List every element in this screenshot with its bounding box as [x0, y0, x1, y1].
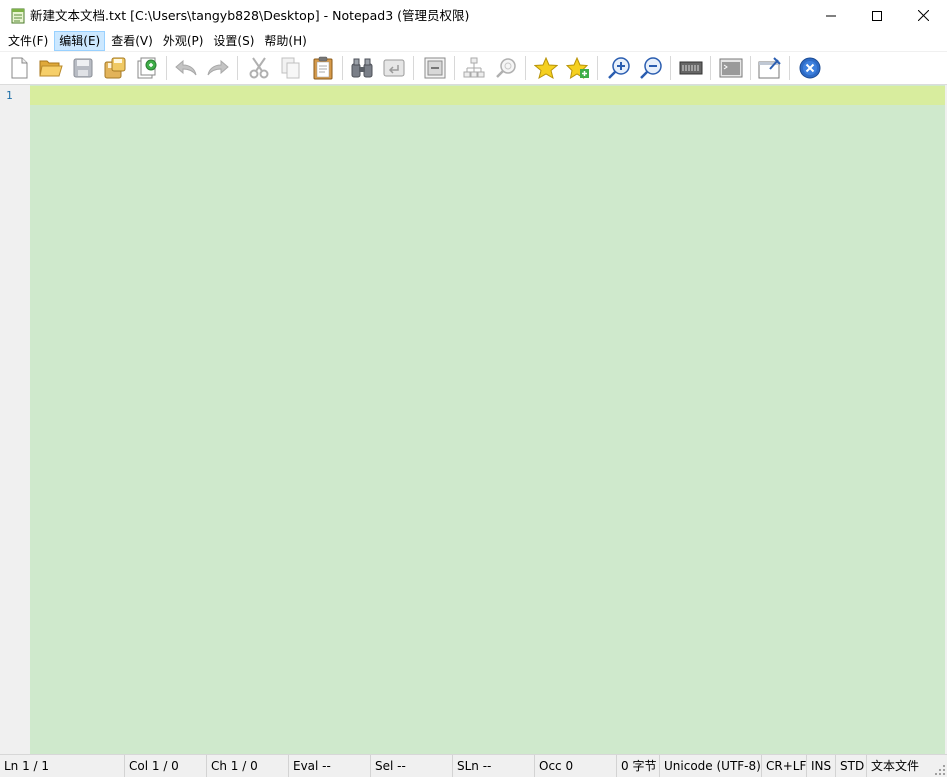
close-icon: [917, 10, 929, 21]
save-copy-button[interactable]: [134, 55, 160, 81]
new-file-icon: [11, 57, 28, 79]
exit-icon: [799, 57, 821, 79]
find-icon: [351, 58, 373, 78]
close-button[interactable]: [900, 0, 946, 31]
menu-file[interactable]: 文件(F): [4, 31, 52, 51]
save-copy-icon: [137, 57, 157, 79]
terminal-icon: [719, 58, 743, 78]
maximize-button[interactable]: [854, 0, 900, 31]
copy-icon: [281, 57, 300, 79]
save-icon: [73, 58, 93, 78]
status-char[interactable]: Ch 1 / 0: [207, 755, 289, 777]
exit-button[interactable]: [797, 55, 823, 81]
menu-view[interactable]: 查看(V): [107, 31, 157, 51]
pin-button[interactable]: [757, 55, 783, 81]
new-file-button[interactable]: [6, 55, 32, 81]
add-favorite-icon: [566, 57, 589, 79]
terminal-button[interactable]: [718, 55, 744, 81]
window-title: 新建文本文档.txt [C:\Users\tangyb828\Desktop] …: [30, 8, 470, 23]
zoom-out-button[interactable]: [638, 55, 664, 81]
current-line-highlight: [30, 86, 945, 105]
status-column[interactable]: Col 1 / 0: [125, 755, 207, 777]
open-button[interactable]: [38, 55, 64, 81]
redo-icon: [207, 59, 229, 76]
pin-icon: [758, 57, 781, 79]
minimize-button[interactable]: [808, 0, 854, 31]
toolbar: [0, 52, 947, 85]
status-occurrences[interactable]: Occ 0: [535, 755, 617, 777]
title-bar: 新建文本文档.txt [C:\Users\tangyb828\Desktop] …: [0, 0, 947, 31]
save-as-button[interactable]: [102, 55, 128, 81]
text-area[interactable]: [30, 85, 945, 754]
monospace-button[interactable]: [678, 55, 704, 81]
menu-help[interactable]: 帮助(H): [260, 31, 310, 51]
menu-edit[interactable]: 编辑(E): [54, 31, 106, 51]
save-as-icon: [104, 57, 126, 79]
status-line-ending[interactable]: CR+LF: [762, 755, 807, 777]
open-folder-icon: [39, 60, 63, 77]
status-insert-mode[interactable]: INS: [807, 755, 836, 777]
favorite-icon: [534, 57, 558, 79]
status-line[interactable]: Ln 1 / 1: [0, 755, 125, 777]
status-file-type[interactable]: 文本文件: [867, 755, 931, 777]
zoom-find-icon: [496, 58, 516, 78]
resize-grip-icon[interactable]: [934, 764, 946, 776]
paste-icon: [313, 56, 333, 80]
undo-icon: [175, 59, 197, 76]
zoom-out-icon: [640, 57, 662, 79]
tree-button[interactable]: [461, 55, 487, 81]
status-bytes[interactable]: 0 字节: [617, 755, 660, 777]
status-selection[interactable]: Sel --: [371, 755, 453, 777]
notepad-app-icon[interactable]: [11, 8, 25, 24]
menu-appearance[interactable]: 外观(P): [159, 31, 208, 51]
zoom-in-icon: [608, 57, 630, 79]
add-favorite-button[interactable]: [565, 55, 591, 81]
minimize-icon: [826, 15, 836, 16]
menu-settings[interactable]: 设置(S): [209, 31, 258, 51]
cut-icon: [249, 57, 269, 79]
monospace-icon: [679, 61, 703, 75]
maximize-icon: [872, 10, 882, 21]
line-number: 1: [6, 89, 13, 102]
replace-icon: [383, 59, 405, 77]
redo-button[interactable]: [205, 55, 231, 81]
line-number-gutter[interactable]: 1: [0, 85, 30, 754]
zoom-in-button[interactable]: [606, 55, 632, 81]
menu-bar: 文件(F) 编辑(E) 查看(V) 外观(P) 设置(S) 帮助(H): [0, 31, 947, 52]
status-std[interactable]: STD: [836, 755, 867, 777]
status-eval[interactable]: Eval --: [289, 755, 371, 777]
undo-button[interactable]: [173, 55, 199, 81]
goto-line-icon: [424, 57, 446, 79]
copy-button[interactable]: [278, 55, 304, 81]
status-bar: Ln 1 / 1 Col 1 / 0 Ch 1 / 0 Eval -- Sel …: [0, 754, 947, 777]
tree-icon: [463, 57, 485, 78]
status-encoding[interactable]: Unicode (UTF-8): [660, 755, 762, 777]
editor: 1: [0, 85, 947, 754]
zoom-find-button[interactable]: [493, 55, 519, 81]
replace-button[interactable]: [381, 55, 407, 81]
cut-button[interactable]: [246, 55, 272, 81]
find-button[interactable]: [349, 55, 375, 81]
favorite-button[interactable]: [533, 55, 559, 81]
status-selected-lines[interactable]: SLn --: [453, 755, 535, 777]
save-button[interactable]: [70, 55, 96, 81]
paste-button[interactable]: [310, 55, 336, 81]
goto-line-button[interactable]: [422, 55, 448, 81]
